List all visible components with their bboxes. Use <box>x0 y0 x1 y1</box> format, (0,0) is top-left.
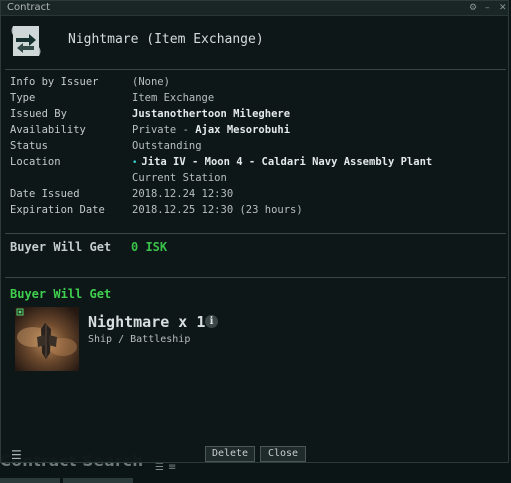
detail-row-issued-by: Issued By Justanothertoon Mileghere <box>10 106 505 122</box>
detail-label: Status <box>10 140 48 152</box>
issuer-link[interactable]: Justanothertoon Mileghere <box>132 108 290 120</box>
delete-button[interactable]: Delete <box>205 446 255 462</box>
detail-row-date-issued: Date Issued 2018.12.24 12:30 <box>10 186 505 202</box>
detail-row-info-by-issuer: Info by Issuer (None) <box>10 74 505 90</box>
detail-row-status: Status Outstanding <box>10 138 505 154</box>
detail-value: (None) <box>132 76 170 88</box>
settings-icon[interactable]: ⚙ <box>469 2 477 14</box>
item-category: Ship / Battleship <box>88 334 191 345</box>
detail-value: Item Exchange <box>132 92 215 104</box>
detail-label: Info by Issuer <box>10 76 99 88</box>
list-view-icon[interactable]: ≡ <box>168 463 176 473</box>
detail-row-availability: Availability Private - Ajax Mesorobuhi <box>10 122 505 138</box>
background-tab[interactable] <box>0 478 60 483</box>
detail-label: Expiration Date <box>10 204 105 216</box>
item-name[interactable]: Nightmare x 1 <box>88 313 205 331</box>
divider <box>5 69 506 70</box>
security-status-dot: • <box>132 158 138 168</box>
divider <box>5 233 506 234</box>
view-mode-toggle[interactable]: ☰ ≡ <box>155 463 176 473</box>
detail-row-expiration-date: Expiration Date 2018.12.25 12:30 (23 hou… <box>10 202 505 218</box>
detail-row-type: Type Item Exchange <box>10 90 505 106</box>
minimize-icon[interactable]: – <box>485 2 490 14</box>
window-titlebar[interactable]: Contract ⚙ – ✕ <box>1 1 508 16</box>
detail-label: Availability <box>10 124 86 136</box>
close-button[interactable]: Close <box>260 446 306 462</box>
close-icon[interactable]: ✕ <box>499 2 507 14</box>
assignee-link[interactable]: Ajax Mesorobuhi <box>195 124 290 136</box>
ship-thumbnail[interactable] <box>15 307 79 371</box>
contract-exchange-icon <box>11 26 41 56</box>
detail-label: Type <box>10 92 36 104</box>
detail-row-location: Location • Jita IV - Moon 4 - Caldari Nav… <box>10 154 505 170</box>
availability-prefix: Private - <box>132 124 196 136</box>
contract-details: Info by Issuer (None) Type Item Exchange… <box>10 74 505 218</box>
detail-value: Outstanding <box>132 140 202 152</box>
buyer-price-row: Buyer Will Get 0 ISK <box>10 240 167 254</box>
location-link[interactable]: Jita IV - Moon 4 - Caldari Navy Assembly… <box>141 156 432 168</box>
contract-heading: Nightmare (Item Exchange) <box>68 32 264 47</box>
detail-value: 2018.12.25 12:30 (23 hours) <box>132 204 303 216</box>
contract-header: Nightmare (Item Exchange) <box>11 23 491 63</box>
detail-value: Current Station <box>132 172 227 184</box>
info-icon[interactable]: i <box>205 315 218 328</box>
detail-label: Location <box>10 156 61 168</box>
details-view-icon[interactable]: ☰ <box>155 463 164 473</box>
detail-label: Date Issued <box>10 188 80 200</box>
divider <box>5 277 506 278</box>
detail-label <box>10 170 132 186</box>
hamburger-menu-icon[interactable]: ☰ <box>11 449 22 461</box>
list-item[interactable]: Nightmare x 1 i Ship / Battleship <box>15 307 495 371</box>
detail-row-location-note: Current Station <box>10 170 505 186</box>
items-section-heading: Buyer Will Get <box>10 287 112 301</box>
window-title: Contract <box>7 2 51 13</box>
buyer-price-value: 0 ISK <box>131 240 168 254</box>
contract-window: Contract ⚙ – ✕ Nightmare (Item Exchange)… <box>0 0 509 463</box>
detail-label: Issued By <box>10 108 67 120</box>
background-tab[interactable] <box>63 478 133 483</box>
buyer-price-label: Buyer Will Get <box>10 240 112 254</box>
detail-value: 2018.12.24 12:30 <box>132 188 234 200</box>
